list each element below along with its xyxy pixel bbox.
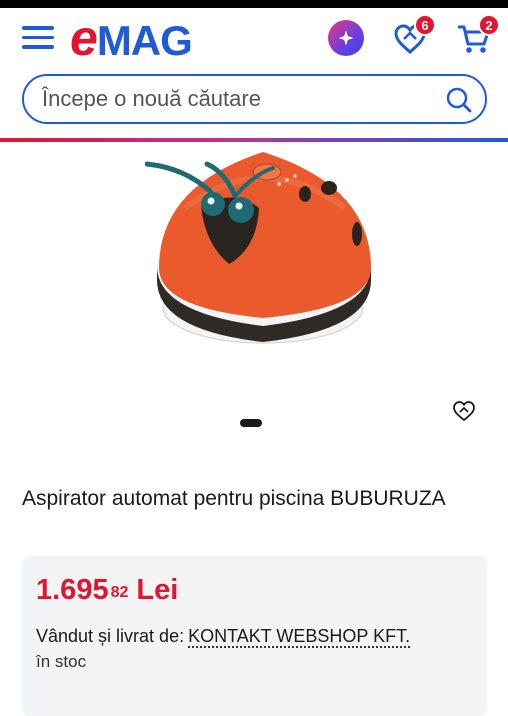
genius-icon	[338, 30, 354, 46]
product-price: 1.695 82 Lei	[36, 572, 178, 608]
price-cents: 82	[110, 584, 129, 601]
emag-logo[interactable]: eMAG	[70, 13, 193, 63]
price-currency: Lei	[136, 574, 179, 606]
favorites-button[interactable]: 6	[392, 14, 436, 56]
menu-button[interactable]	[22, 26, 56, 52]
cart-button[interactable]: 2	[456, 14, 500, 56]
add-to-favorites-button[interactable]	[452, 400, 476, 422]
header: eMAG 6 2	[0, 8, 508, 70]
product-image[interactable]	[145, 148, 375, 358]
search-bar	[22, 74, 487, 124]
favorites-count-badge: 6	[414, 14, 436, 36]
genius-button[interactable]	[328, 20, 364, 56]
price-integer: 1.695	[36, 574, 109, 606]
product-title: Aspirator automat pentru piscina BUBURUZ…	[22, 487, 446, 510]
header-divider	[0, 138, 508, 142]
stock-status: în stoc	[36, 652, 87, 671]
menu-icon-bar	[22, 45, 54, 49]
search-input[interactable]	[42, 86, 442, 112]
seller-link[interactable]: KONTAKT WEBSHOP KFT.	[188, 626, 410, 646]
menu-icon-bar	[22, 35, 54, 39]
seller-label: Vândut și livrat de:	[36, 626, 185, 646]
menu-icon-bar	[22, 26, 54, 30]
price-card: 1.695 82 Lei Vândut și livrat de: KONTAKT W…	[22, 556, 487, 716]
seller-info: Vândut și livrat de: KONTAKT WEBSHOP KFT.	[36, 624, 410, 648]
carousel-indicator[interactable]	[240, 419, 262, 427]
logo-mag: MAG	[96, 17, 193, 64]
search-icon[interactable]	[445, 86, 473, 114]
cart-count-badge: 2	[478, 14, 500, 36]
logo-e: e	[70, 10, 98, 66]
status-bar	[0, 0, 508, 8]
